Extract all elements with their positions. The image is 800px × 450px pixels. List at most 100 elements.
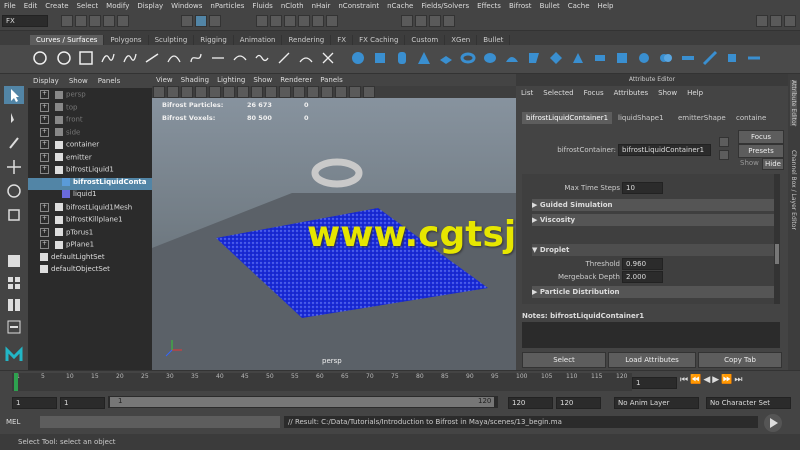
menu-cache[interactable]: Cache xyxy=(564,2,594,10)
nurbs-sphere-surface-icon[interactable] xyxy=(350,50,366,66)
outliner-menu-show[interactable]: Show xyxy=(64,77,93,85)
menu-modify[interactable]: Modify xyxy=(102,2,133,10)
hide-button[interactable]: Hide xyxy=(762,158,784,170)
lights-icon[interactable] xyxy=(335,86,347,98)
shadows-icon[interactable] xyxy=(349,86,361,98)
outliner-menu-display[interactable]: Display xyxy=(28,77,64,85)
expand-icon[interactable]: + xyxy=(40,165,49,174)
select-object-icon[interactable] xyxy=(195,15,207,27)
nurbs-cylinder-icon[interactable] xyxy=(394,50,410,66)
planar-icon[interactable] xyxy=(526,50,542,66)
character-set-dropdown[interactable]: No Character Set xyxy=(706,397,791,409)
viewport-menu-shading[interactable]: Shading xyxy=(177,76,213,84)
attr-menu-list[interactable]: List xyxy=(516,89,538,97)
outliner-item[interactable]: + bifrostLiquid1Mesh xyxy=(28,202,152,215)
gate-mask-icon[interactable] xyxy=(251,86,263,98)
camera-attributes-icon[interactable] xyxy=(167,86,179,98)
four-pane-layout-icon[interactable] xyxy=(4,274,24,292)
viewport-menu-renderer[interactable]: Renderer xyxy=(276,76,316,84)
section-viscosity[interactable]: ▶ Viscosity xyxy=(532,214,778,226)
menu-ncache[interactable]: nCache xyxy=(383,2,417,10)
snap-point-icon[interactable] xyxy=(284,15,296,27)
select-hierarchy-icon[interactable] xyxy=(181,15,193,27)
expand-icon[interactable]: + xyxy=(40,215,49,224)
menu-display[interactable]: Display xyxy=(133,2,167,10)
shelf-tab-custom[interactable]: Custom xyxy=(405,35,446,45)
menu-create[interactable]: Create xyxy=(41,2,72,10)
go-to-end-icon[interactable]: ⏭ xyxy=(734,375,744,385)
current-frame-field[interactable]: 1 xyxy=(632,377,677,389)
smooth-shade-icon[interactable] xyxy=(307,86,319,98)
mergeback-depth-field[interactable]: 2.000 xyxy=(622,271,663,283)
attr-menu-attributes[interactable]: Attributes xyxy=(609,89,654,97)
xray-icon[interactable] xyxy=(363,86,375,98)
outliner-item[interactable]: + emitter xyxy=(28,152,152,165)
viewport-menu-view[interactable]: View xyxy=(152,76,177,84)
shelf-tab-rendering[interactable]: Rendering xyxy=(282,35,332,45)
menu-edit[interactable]: Edit xyxy=(20,2,42,10)
wireframe-icon[interactable] xyxy=(293,86,305,98)
render-frame-icon[interactable] xyxy=(401,15,413,27)
undo-icon[interactable] xyxy=(103,15,115,27)
pencil-curve-icon[interactable] xyxy=(144,50,160,66)
shelf-tab-sculpting[interactable]: Sculpting xyxy=(149,35,195,45)
cv-curve-icon[interactable] xyxy=(100,50,116,66)
menu-select[interactable]: Select xyxy=(73,2,103,10)
lasso-tool-icon[interactable] xyxy=(4,110,24,128)
attr-scroll-area[interactable]: Max Time Steps 10 ▶ Guided Simulation ▶ … xyxy=(522,174,780,304)
move-tool-icon[interactable] xyxy=(4,158,24,176)
shelf-tab-xgen[interactable]: XGen xyxy=(445,35,478,45)
extrude-icon[interactable] xyxy=(548,50,564,66)
menu-nparticles[interactable]: nParticles xyxy=(206,2,248,10)
outliner-item[interactable]: bifrostLiquidConta xyxy=(28,177,152,190)
attr-menu-help[interactable]: Help xyxy=(682,89,708,97)
snap-surface-icon[interactable] xyxy=(312,15,324,27)
goto-output-icon[interactable] xyxy=(719,150,729,160)
show-button[interactable]: Show xyxy=(740,159,759,167)
step-back-key-icon[interactable]: ⏪ xyxy=(690,375,703,385)
shelf-tab-curves-surfaces[interactable]: Curves / Surfaces xyxy=(30,35,105,45)
outliner-item[interactable]: + persp xyxy=(28,90,152,102)
section-guided-simulation[interactable]: ▶ Guided Simulation xyxy=(532,199,778,211)
untrim-icon[interactable] xyxy=(724,50,740,66)
hypershade-icon[interactable] xyxy=(443,15,455,27)
birail-icon[interactable] xyxy=(570,50,586,66)
range-bar[interactable]: 1 120 xyxy=(108,396,498,408)
boundary-icon[interactable] xyxy=(592,50,608,66)
revolve-icon[interactable] xyxy=(482,50,498,66)
nurbs-circle-icon[interactable] xyxy=(56,50,72,66)
single-pane-layout-icon[interactable] xyxy=(4,252,24,270)
attr-menu-show[interactable]: Show xyxy=(653,89,682,97)
outliner-item[interactable]: + pPlane1 xyxy=(28,240,152,252)
focus-button[interactable]: Focus xyxy=(738,130,784,144)
viewport-menu-lighting[interactable]: Lighting xyxy=(213,76,249,84)
menu-help[interactable]: Help xyxy=(594,2,618,10)
render-settings-icon[interactable] xyxy=(429,15,441,27)
max-time-steps-field[interactable]: 10 xyxy=(622,182,663,194)
attr-tab[interactable]: bifrostLiquidContainer1 xyxy=(522,112,613,124)
menu-ncloth[interactable]: nCloth xyxy=(277,2,308,10)
new-scene-icon[interactable] xyxy=(61,15,73,27)
menu-effects[interactable]: Effects xyxy=(473,2,505,10)
expand-icon[interactable]: + xyxy=(40,102,49,112)
playback-end-field[interactable]: 120 xyxy=(508,397,553,409)
outliner-item[interactable]: + pTorus1 xyxy=(28,227,152,240)
expand-icon[interactable]: + xyxy=(40,227,49,237)
command-input[interactable] xyxy=(40,416,280,428)
shelf-tab-animation[interactable]: Animation xyxy=(234,35,283,45)
outliner-item[interactable]: + bifrostKillplane1 xyxy=(28,215,152,227)
paint-select-icon[interactable] xyxy=(4,134,24,152)
menu-bullet[interactable]: Bullet xyxy=(536,2,564,10)
ep-curve-icon[interactable] xyxy=(122,50,138,66)
select-tool-icon[interactable] xyxy=(4,86,24,104)
loft-icon[interactable] xyxy=(298,50,314,66)
outliner-item[interactable]: defaultLightSet xyxy=(28,252,152,265)
play-icon[interactable]: ▶ xyxy=(712,375,721,385)
open-scene-icon[interactable] xyxy=(75,15,87,27)
menuset-dropdown[interactable]: FX xyxy=(2,15,48,27)
node-name-field[interactable]: bifrostLiquidContainer1 xyxy=(618,144,711,156)
toggle-channel-box-icon[interactable] xyxy=(784,15,796,27)
arc-tool-icon[interactable] xyxy=(166,50,182,66)
outliner-menu-panels[interactable]: Panels xyxy=(93,77,126,85)
scale-tool-icon[interactable] xyxy=(4,206,24,224)
